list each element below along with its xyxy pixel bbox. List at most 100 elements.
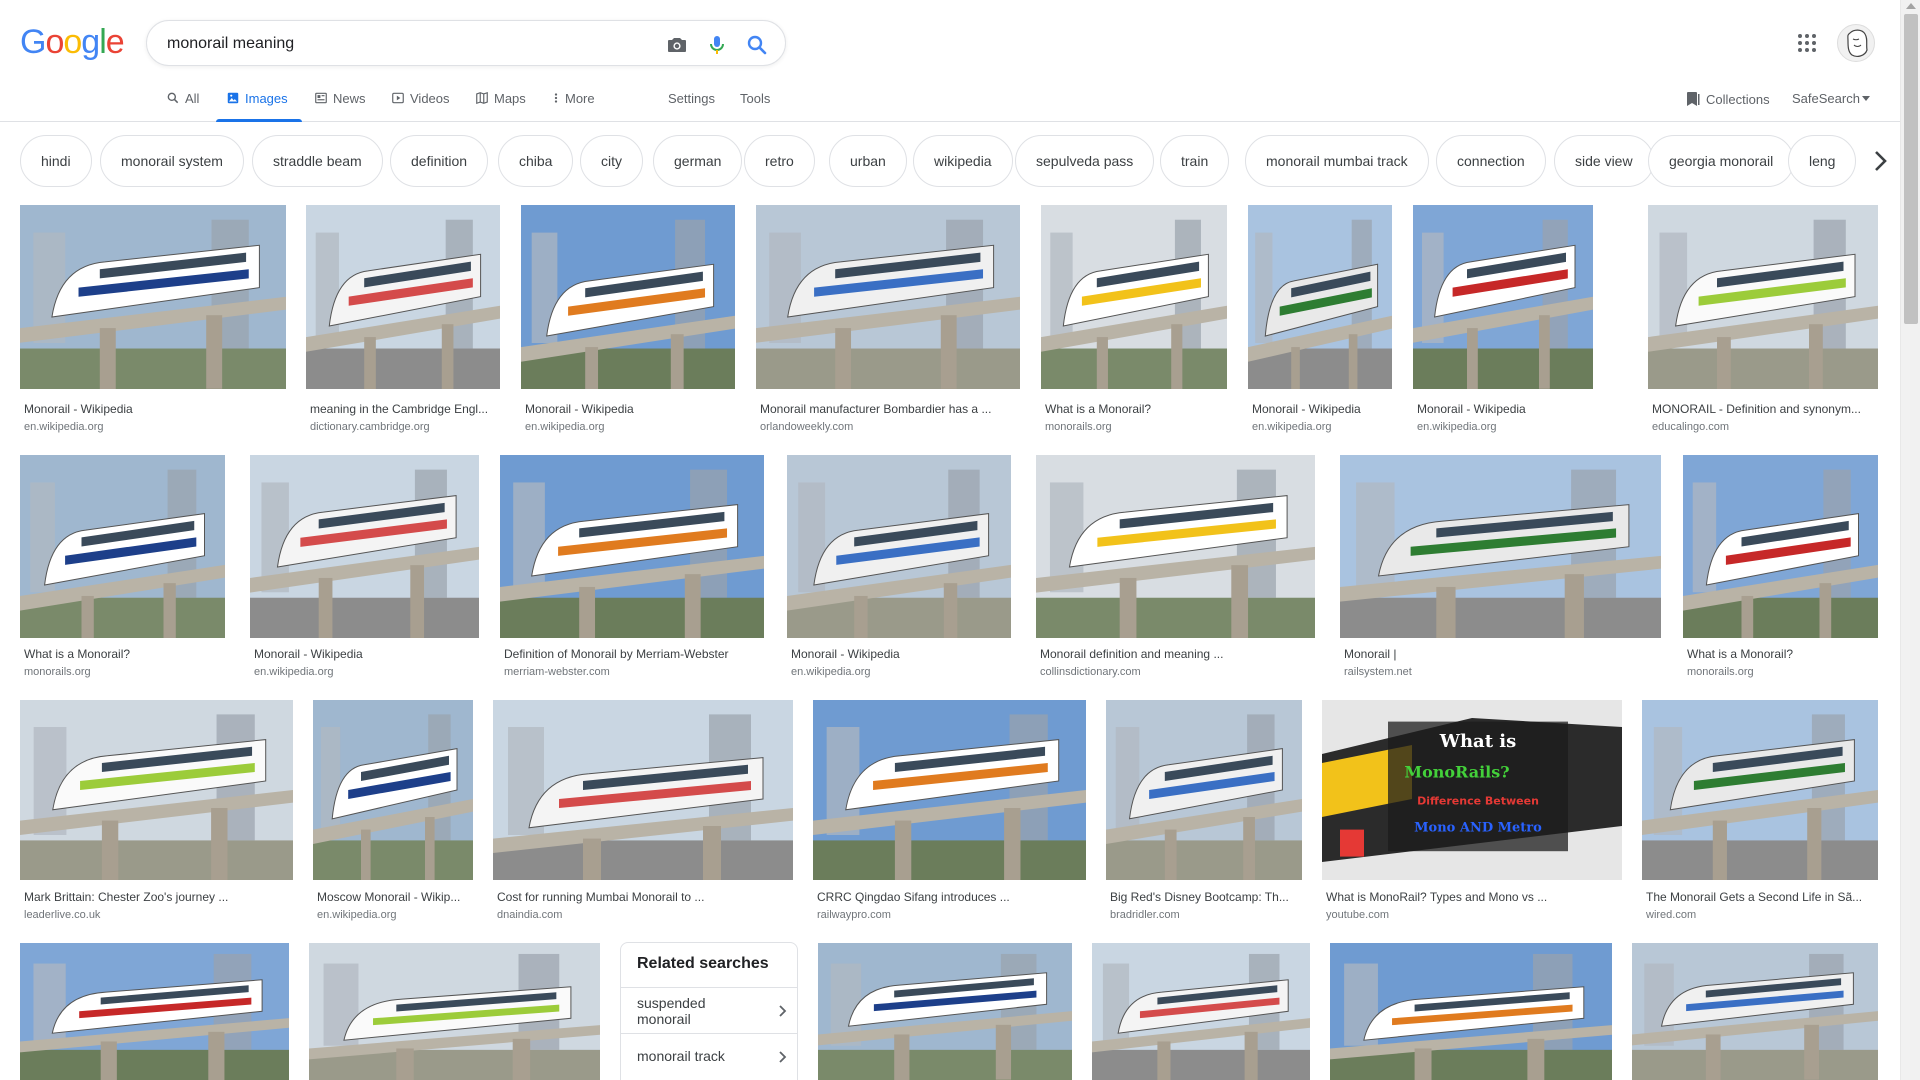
- chip[interactable]: straddle beam: [252, 135, 383, 187]
- image-result-tile[interactable]: [309, 943, 600, 1080]
- image-result-tile[interactable]: Monorail definition and meaning ... colli…: [1036, 455, 1315, 678]
- related-search-item[interactable]: monorail track: [621, 1033, 797, 1079]
- chip[interactable]: retro: [744, 135, 815, 187]
- image-result-tile[interactable]: Definition of Monorail by Merriam-Webste…: [500, 455, 764, 678]
- search-icon[interactable]: [745, 33, 769, 57]
- image-result-tile[interactable]: Big Red's Disney Bootcamp: Th... bradridl…: [1106, 700, 1302, 921]
- chip[interactable]: connection: [1436, 135, 1546, 187]
- chips-next-button[interactable]: [1860, 139, 1900, 183]
- result-thumbnail[interactable]: [1330, 943, 1612, 1080]
- chip[interactable]: monorail mumbai track: [1245, 135, 1429, 187]
- result-thumbnail[interactable]: [1340, 455, 1661, 638]
- image-result-tile[interactable]: Monorail - Wikipedia en.wikipedia.org: [250, 455, 479, 678]
- result-thumbnail[interactable]: [20, 700, 293, 880]
- chip[interactable]: georgia monorail: [1648, 135, 1795, 187]
- chip[interactable]: side view: [1554, 135, 1654, 187]
- result-title[interactable]: Monorail - Wikipedia: [525, 402, 733, 416]
- result-thumbnail[interactable]: [500, 455, 764, 638]
- tab-more[interactable]: More: [552, 86, 595, 122]
- page-scrollbar[interactable]: [1900, 0, 1920, 1080]
- result-thumbnail[interactable]: [309, 943, 600, 1080]
- image-result-tile[interactable]: meaning in the Cambridge Engl... dictiona…: [306, 205, 500, 433]
- search-input[interactable]: [167, 32, 617, 56]
- result-title[interactable]: meaning in the Cambridge Engl...: [310, 402, 498, 416]
- image-result-tile[interactable]: Monorail | railsystem.net: [1340, 455, 1661, 678]
- result-title[interactable]: What is MonoRail? Types and Mono vs ...: [1326, 890, 1620, 904]
- image-result-tile[interactable]: [818, 943, 1072, 1080]
- result-title[interactable]: Monorail - Wikipedia: [1417, 402, 1591, 416]
- image-result-tile[interactable]: What is a Monorail? monorails.org: [1683, 455, 1878, 678]
- result-thumbnail[interactable]: [1413, 205, 1593, 389]
- result-thumbnail[interactable]: [1683, 455, 1878, 638]
- image-result-tile[interactable]: [1092, 943, 1310, 1080]
- chip[interactable]: city: [580, 135, 643, 187]
- result-thumbnail[interactable]: [20, 205, 286, 389]
- image-result-tile[interactable]: What is a Monorail? monorails.org: [1041, 205, 1227, 433]
- chip[interactable]: sepulveda pass: [1015, 135, 1155, 187]
- result-thumbnail[interactable]: [1648, 205, 1878, 389]
- result-thumbnail[interactable]: [1106, 700, 1302, 880]
- tab-videos[interactable]: Videos: [391, 86, 450, 122]
- result-title[interactable]: CRRC Qingdao Sifang introduces ...: [817, 890, 1084, 904]
- image-result-tile[interactable]: MONORAIL - Definition and synonym... educ…: [1648, 205, 1878, 433]
- image-result-tile[interactable]: CRRC Qingdao Sifang introduces ... railwa…: [813, 700, 1086, 921]
- result-thumbnail[interactable]: [1092, 943, 1310, 1080]
- avatar[interactable]: [1837, 24, 1875, 62]
- microphone-icon[interactable]: [705, 33, 729, 57]
- result-thumbnail[interactable]: [493, 700, 793, 880]
- image-result-tile[interactable]: Monorail manufacturer Bombardier has a .…: [756, 205, 1020, 433]
- result-title[interactable]: What is a Monorail?: [1045, 402, 1225, 416]
- chip[interactable]: chiba: [498, 135, 574, 187]
- result-title[interactable]: Mark Brittain: Chester Zoo's journey ...: [24, 890, 291, 904]
- result-thumbnail[interactable]: [1041, 205, 1227, 389]
- tab-news[interactable]: News: [314, 86, 366, 122]
- collections-link[interactable]: Collections: [1686, 91, 1770, 107]
- result-title[interactable]: What is a Monorail?: [1687, 647, 1876, 661]
- chip[interactable]: german: [653, 135, 743, 187]
- image-result-tile[interactable]: Mark Brittain: Chester Zoo's journey ...…: [20, 700, 293, 921]
- chip[interactable]: train: [1160, 135, 1230, 187]
- result-thumbnail[interactable]: [1248, 205, 1392, 389]
- result-thumbnail[interactable]: What is MonoRails? Difference Between Mo…: [1322, 700, 1622, 880]
- result-title[interactable]: Monorail - Wikipedia: [24, 402, 284, 416]
- tab-all[interactable]: All: [166, 86, 199, 122]
- apps-grid-icon[interactable]: [1795, 31, 1819, 55]
- image-result-tile[interactable]: Monorail - Wikipedia en.wikipedia.org: [20, 205, 286, 433]
- result-title[interactable]: Monorail definition and meaning ...: [1040, 647, 1313, 661]
- chip[interactable]: leng: [1788, 135, 1857, 187]
- chip[interactable]: hindi: [20, 135, 92, 187]
- result-title[interactable]: MONORAIL - Definition and synonym...: [1652, 402, 1876, 416]
- result-title[interactable]: Monorail |: [1344, 647, 1659, 661]
- google-logo[interactable]: Google: [20, 23, 125, 63]
- settings-link[interactable]: Settings: [668, 91, 715, 106]
- result-title[interactable]: Moscow Monorail - Wikip...: [317, 890, 471, 904]
- image-result-tile[interactable]: Monorail - Wikipedia en.wikipedia.org: [787, 455, 1011, 678]
- result-thumbnail[interactable]: [787, 455, 1011, 638]
- result-title[interactable]: Monorail - Wikipedia: [254, 647, 477, 661]
- result-thumbnail[interactable]: [20, 455, 225, 638]
- image-result-tile[interactable]: Cost for running Mumbai Monorail to ... d…: [493, 700, 793, 921]
- image-result-tile[interactable]: Moscow Monorail - Wikip... en.wikipedia.o…: [313, 700, 473, 921]
- result-title[interactable]: Cost for running Mumbai Monorail to ...: [497, 890, 791, 904]
- chip[interactable]: definition: [390, 135, 489, 187]
- result-thumbnail[interactable]: [313, 700, 473, 880]
- chip[interactable]: wikipedia: [913, 135, 1013, 187]
- related-search-item[interactable]: suspended monorail: [621, 987, 797, 1033]
- camera-icon[interactable]: [665, 33, 689, 57]
- scroll-up-arrow[interactable]: [1906, 3, 1916, 9]
- image-result-tile[interactable]: [1330, 943, 1612, 1080]
- result-thumbnail[interactable]: [818, 943, 1072, 1080]
- result-thumbnail[interactable]: [1642, 700, 1878, 880]
- image-result-tile[interactable]: What is a Monorail? monorails.org: [20, 455, 225, 678]
- tools-link[interactable]: Tools: [740, 91, 770, 106]
- image-result-tile[interactable]: [20, 943, 289, 1080]
- result-thumbnail[interactable]: [756, 205, 1020, 389]
- tab-images[interactable]: Images: [216, 86, 302, 122]
- image-result-tile[interactable]: The Monorail Gets a Second Life in Sã...…: [1642, 700, 1878, 921]
- result-thumbnail[interactable]: [20, 943, 289, 1080]
- chip[interactable]: monorail system: [100, 135, 244, 187]
- result-title[interactable]: What is a Monorail?: [24, 647, 223, 661]
- result-thumbnail[interactable]: [250, 455, 479, 638]
- safesearch-toggle[interactable]: SafeSearch: [1792, 91, 1870, 106]
- tab-maps[interactable]: Maps: [475, 86, 526, 122]
